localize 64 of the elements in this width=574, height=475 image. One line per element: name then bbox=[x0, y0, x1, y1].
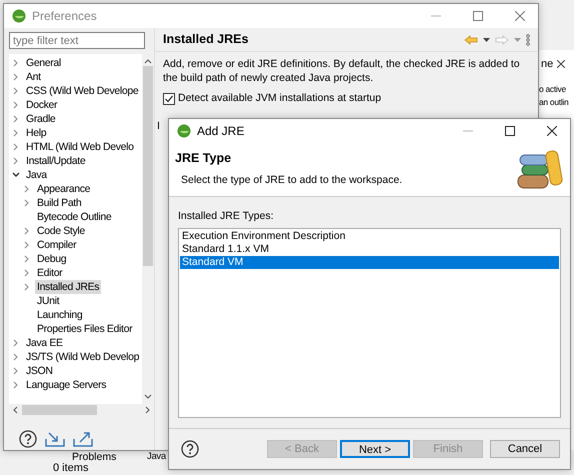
tree-item[interactable]: Language Servers bbox=[24, 378, 108, 392]
tree-item[interactable]: CSS (Wild Web Develope bbox=[24, 84, 140, 98]
checkbox-label[interactable]: Detect available JVM installations at startup bbox=[178, 91, 382, 107]
tree-item[interactable]: Ant bbox=[24, 70, 43, 84]
tree-item[interactable]: Properties Files Editor bbox=[35, 322, 134, 336]
tree-item[interactable]: HTML (Wild Web Develo bbox=[24, 140, 136, 154]
app-logo-icon bbox=[177, 124, 191, 138]
tree-item[interactable]: Gradle bbox=[24, 112, 58, 126]
scroll-down-icon[interactable] bbox=[144, 394, 152, 400]
tree-item[interactable]: Debug bbox=[35, 252, 68, 266]
export-icon[interactable] bbox=[73, 431, 93, 447]
tree-item[interactable]: Editor bbox=[35, 266, 64, 280]
filter-field[interactable]: type filter text bbox=[9, 32, 145, 49]
type-list[interactable]: Execution Environment Description Standard 1.1.x VM Standard VM bbox=[178, 228, 561, 418]
app-logo-icon bbox=[12, 9, 26, 23]
scroll-up-icon[interactable] bbox=[144, 58, 152, 64]
help-icon[interactable] bbox=[19, 430, 37, 448]
page-heading: JRE Type bbox=[175, 150, 232, 167]
help-icon[interactable] bbox=[181, 440, 199, 458]
tree-item[interactable]: Bytecode Outline bbox=[35, 210, 114, 224]
checkbox[interactable] bbox=[163, 92, 175, 105]
close-icon[interactable] bbox=[557, 60, 566, 68]
tree-item[interactable]: Help bbox=[24, 126, 48, 140]
dropdown-icon[interactable] bbox=[483, 38, 490, 42]
tree-item[interactable]: Install/Update bbox=[24, 154, 88, 168]
tree-item[interactable]: Java bbox=[24, 168, 49, 182]
page-subtitle: Select the type of JRE to add to the workspace. bbox=[181, 172, 404, 188]
background-tab[interactable]: ne bbox=[541, 56, 554, 72]
tree-item[interactable]: General bbox=[24, 56, 63, 70]
tree-item[interactable]: Installed JREs bbox=[35, 280, 102, 294]
section-label: I bbox=[157, 118, 160, 134]
scroll-left-icon[interactable] bbox=[12, 406, 18, 414]
background-text: an outlin bbox=[539, 96, 568, 108]
tree-item[interactable]: JUnit bbox=[35, 294, 62, 308]
list-item[interactable]: Execution Environment Description bbox=[180, 230, 559, 243]
list-item[interactable]: Standard VM bbox=[180, 256, 559, 269]
list-item[interactable]: Standard 1.1.x VM bbox=[180, 242, 559, 256]
tree-item[interactable]: Code Style bbox=[35, 224, 87, 238]
dialog-button[interactable]: Cancel bbox=[490, 440, 560, 458]
background-text: o active bbox=[539, 82, 566, 96]
maximize-icon[interactable] bbox=[505, 126, 515, 136]
list-label: Installed JRE Types: bbox=[178, 209, 275, 224]
tree-item[interactable]: Appearance bbox=[35, 182, 92, 196]
page-title: Installed JREs bbox=[163, 31, 250, 48]
import-icon[interactable] bbox=[45, 431, 65, 447]
scroll-thumb[interactable] bbox=[22, 405, 97, 415]
menu-icon[interactable] bbox=[526, 34, 530, 46]
tree-item[interactable]: Java EE bbox=[24, 336, 65, 350]
dialog-button[interactable]: Next > bbox=[340, 440, 410, 458]
tree-item[interactable]: Launching bbox=[35, 308, 84, 322]
close-icon[interactable] bbox=[547, 126, 557, 136]
scroll-thumb[interactable] bbox=[143, 66, 153, 266]
description-text: Add, remove or edit JRE definitions. By default, the checked JRE is added to the build path of newly created Java projects. bbox=[162, 57, 521, 85]
back-arrow-icon[interactable] bbox=[464, 34, 478, 44]
tree-item[interactable]: Docker bbox=[24, 98, 60, 112]
tree-item[interactable]: Build Path bbox=[35, 196, 84, 210]
window-title: Add JRE bbox=[197, 123, 246, 140]
forward-arrow-icon[interactable] bbox=[495, 34, 509, 44]
tree-item[interactable]: JSON bbox=[24, 364, 55, 378]
tree-item[interactable]: JS/TS (Wild Web Develop bbox=[24, 350, 142, 364]
scroll-right-icon[interactable] bbox=[145, 406, 151, 414]
window-title: Preferences bbox=[32, 8, 98, 25]
tree-item[interactable]: Compiler bbox=[35, 238, 78, 252]
background-tab[interactable]: Java bbox=[147, 450, 166, 464]
